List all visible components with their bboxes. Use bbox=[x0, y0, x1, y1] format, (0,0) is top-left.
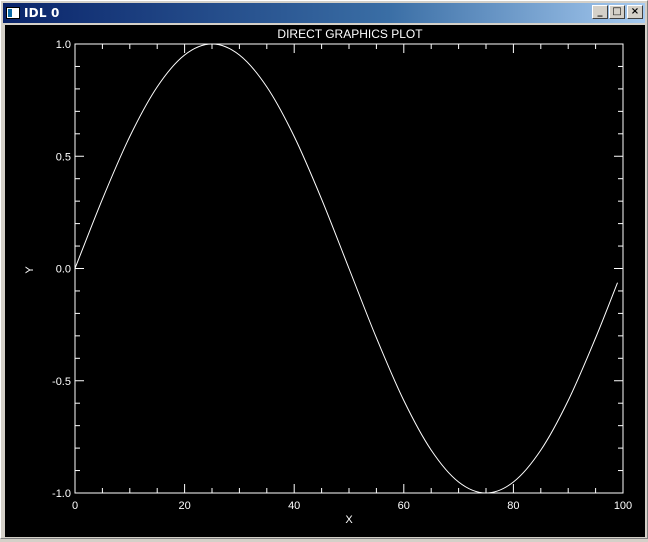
x-tick-label: 60 bbox=[398, 500, 410, 512]
y-tick-label: -1.0 bbox=[52, 488, 71, 500]
plot-area: DIRECT GRAPHICS PLOT X Y 0 20 40 60 80 100 -1… bbox=[5, 25, 645, 537]
app-icon[interactable] bbox=[6, 7, 20, 19]
x-tick-label: 0 bbox=[72, 500, 78, 512]
x-axis-label: X bbox=[345, 514, 353, 526]
y-tick-labels: -1.0 -0.5 0.0 0.5 1.0 bbox=[52, 39, 71, 500]
x-tick-label: 40 bbox=[288, 500, 300, 512]
direct-graphics-plot: DIRECT GRAPHICS PLOT X Y 0 20 40 60 80 100 -1… bbox=[24, 27, 632, 526]
idl-window: IDL 0 _ □ × DIRECT GRAPHICS PLOT X Y 0 20… bbox=[0, 0, 648, 539]
y-tick-label: 1.0 bbox=[56, 39, 71, 51]
series-line bbox=[74, 43, 618, 494]
y-tick-label: 0.5 bbox=[56, 151, 71, 163]
window-title: IDL 0 bbox=[24, 6, 60, 20]
close-icon[interactable]: × bbox=[627, 5, 643, 19]
x-tick-label: 80 bbox=[507, 500, 519, 512]
window-controls: _ □ × bbox=[591, 5, 643, 19]
maximize-icon[interactable]: □ bbox=[609, 5, 625, 19]
y-axis-label: Y bbox=[24, 266, 36, 274]
chart-title: DIRECT GRAPHICS PLOT bbox=[277, 27, 423, 41]
y-tick-label: -0.5 bbox=[52, 376, 71, 388]
y-tick-label: 0.0 bbox=[56, 264, 71, 276]
x-tick-label: 20 bbox=[178, 500, 190, 512]
x-tick-label: 100 bbox=[614, 500, 632, 512]
x-tick-labels: 0 20 40 60 80 100 bbox=[72, 500, 632, 512]
title-bar[interactable]: IDL 0 _ □ × bbox=[3, 3, 645, 23]
minimize-icon[interactable]: _ bbox=[592, 5, 608, 19]
